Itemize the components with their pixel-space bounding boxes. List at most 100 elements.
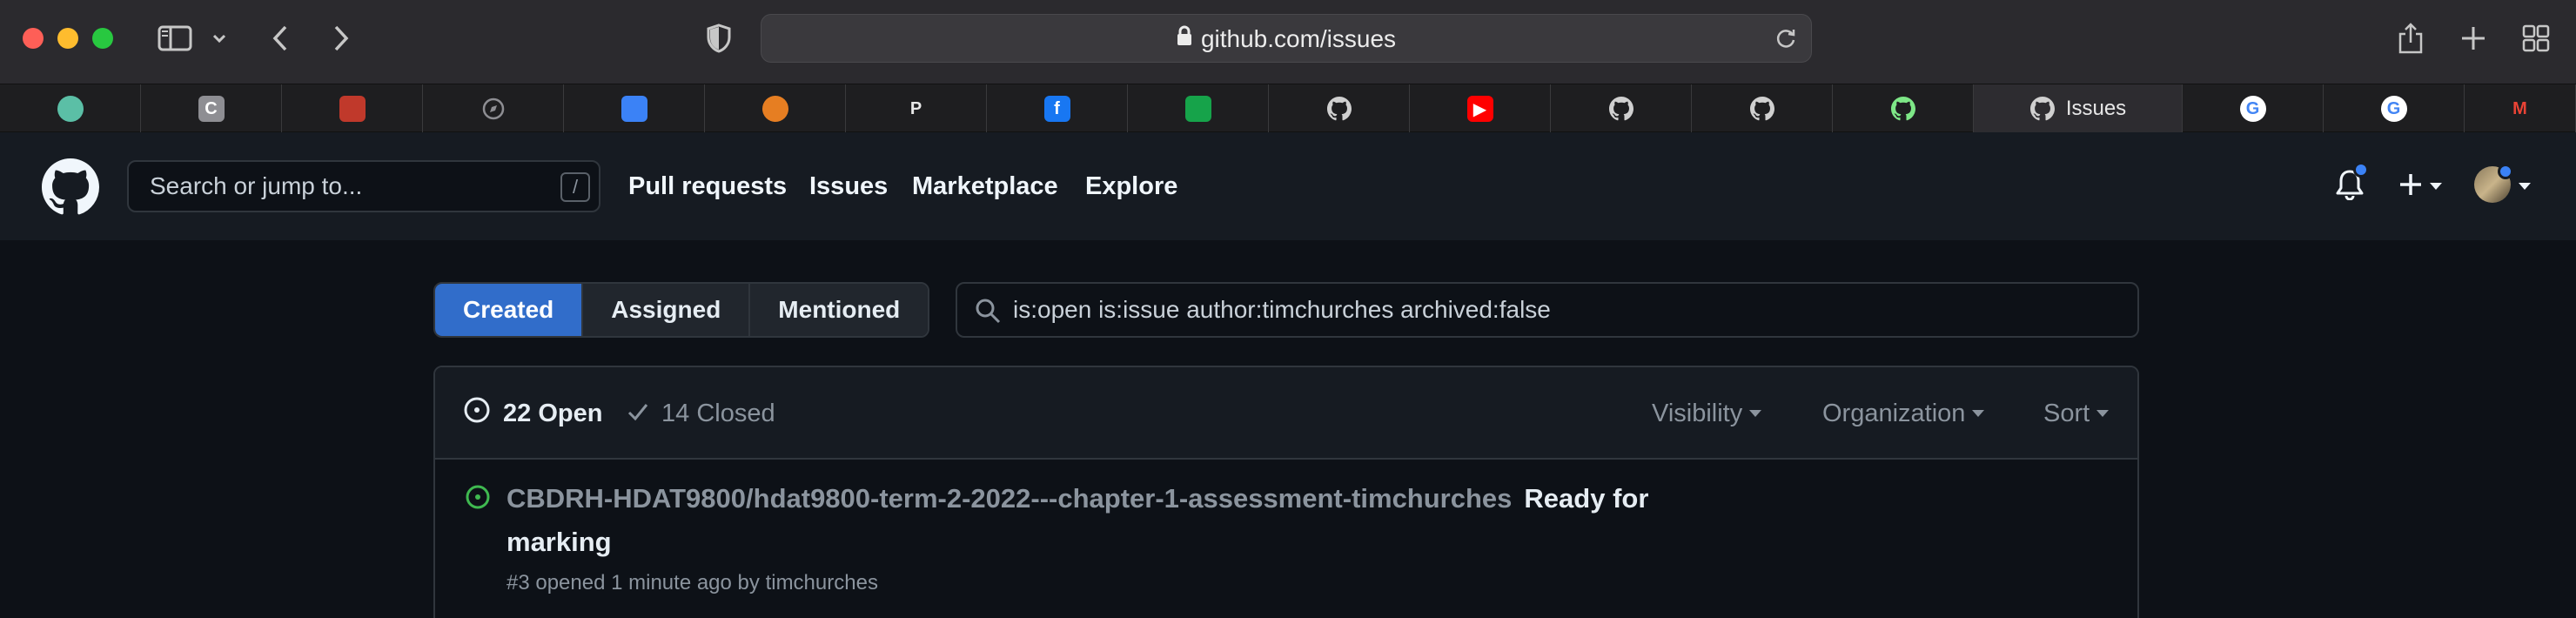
github-icon	[2029, 96, 2056, 122]
user-status-dot	[2498, 164, 2513, 179]
visibility-dropdown[interactable]: Visibility	[1652, 367, 1762, 460]
tab-mentioned[interactable]: Mentioned	[750, 284, 929, 336]
browser-tab[interactable]	[282, 84, 423, 133]
share-icon[interactable]	[2395, 19, 2426, 57]
address-bar[interactable]: github.com/issues	[761, 14, 1812, 63]
close-window-button[interactable]	[23, 28, 44, 49]
nav-explore[interactable]: Explore	[1085, 132, 1177, 240]
browser-tab[interactable]	[1692, 84, 1833, 133]
nav-pull-requests[interactable]: Pull requests	[628, 132, 787, 240]
issue-title-line: CBDRH-HDAT9800/hdat9800-term-2-2022---ch…	[506, 477, 1742, 564]
back-icon[interactable]	[266, 19, 294, 57]
tab-strip: C Pf ▶ Issues G G M	[0, 84, 2576, 133]
google-icon: G	[2239, 96, 2266, 122]
minimize-window-button[interactable]	[57, 28, 78, 49]
p-icon: P	[909, 98, 922, 118]
browser-tab[interactable]	[423, 84, 564, 133]
issue-scope-tabs: Created Assigned Mentioned	[433, 282, 930, 338]
sort-label: Sort	[2043, 400, 2090, 427]
sidebar-toggle-icon[interactable]	[155, 19, 195, 57]
shield-icon	[621, 96, 647, 122]
browser-tab[interactable]: G	[2324, 84, 2465, 133]
issues-list: 22 Open 14 Closed Visibility Organizatio…	[433, 366, 2139, 618]
notification-dot	[2353, 162, 2369, 178]
issue-filter-input[interactable]: is:open is:issue author:timchurches arch…	[956, 282, 2139, 338]
organization-label: Organization	[1822, 400, 1966, 427]
browser-tab[interactable]: P	[846, 84, 987, 133]
browser-tab[interactable]	[705, 84, 846, 133]
github-icon	[1608, 96, 1634, 122]
caret-down-icon	[2430, 183, 2442, 190]
browser-tab[interactable]: ▶	[1410, 84, 1551, 133]
github-icon	[1890, 96, 1916, 122]
closed-issues-filter[interactable]: 14 Closed	[627, 367, 775, 460]
browser-tab[interactable]	[564, 84, 705, 133]
filter-query: is:open is:issue author:timchurches arch…	[1013, 296, 1551, 323]
tab-created[interactable]: Created	[435, 284, 584, 336]
github-icon	[1749, 96, 1775, 122]
github-icon	[1326, 96, 1352, 122]
organization-dropdown[interactable]: Organization	[1822, 367, 1985, 460]
browser-tab[interactable]	[1833, 84, 1974, 133]
browser-tab[interactable]: M	[2465, 84, 2576, 133]
privacy-shield-icon[interactable]	[705, 19, 733, 57]
list-item: CBDRH-HDAT9800/hdat9800-term-2-2022---ch…	[435, 461, 2137, 618]
browser-tab[interactable]	[1128, 84, 1269, 133]
open-issues-filter[interactable]: 22 Open	[463, 367, 602, 460]
caret-down-icon	[1972, 410, 1985, 417]
browser-tab[interactable]	[1551, 84, 1692, 133]
reload-icon[interactable]	[1774, 27, 1797, 54]
browser-tab[interactable]: G	[2183, 84, 2324, 133]
nav-issues[interactable]: Issues	[809, 132, 888, 240]
forward-icon[interactable]	[327, 19, 355, 57]
closed-count: 14 Closed	[661, 399, 775, 427]
browser-tab[interactable]	[0, 84, 141, 133]
browser-tab[interactable]: C	[141, 84, 282, 133]
grid-icon	[1184, 96, 1211, 122]
github-logo-icon[interactable]	[42, 158, 99, 220]
youtube-icon: ▶	[1466, 96, 1493, 122]
visibility-label: Visibility	[1652, 400, 1743, 427]
zoom-window-button[interactable]	[92, 28, 113, 49]
tab-assigned[interactable]: Assigned	[583, 284, 751, 336]
create-new-button[interactable]	[2398, 132, 2442, 240]
search-placeholder: Search or jump to...	[150, 172, 363, 199]
colorwheel-icon	[761, 96, 788, 122]
tab-title: Issues	[2065, 97, 2127, 120]
github-header: Search or jump to... / Pull requests Iss…	[0, 132, 2576, 240]
browser-tab[interactable]	[1269, 84, 1410, 133]
google-icon: G	[2380, 96, 2407, 122]
url-text: github.com/issues	[1200, 25, 1397, 52]
gmail-icon: M	[2512, 98, 2527, 118]
compass-icon	[480, 96, 506, 122]
issue-repo-link[interactable]: CBDRH-HDAT9800/hdat9800-term-2-2022---ch…	[506, 483, 1512, 514]
browser-tab[interactable]: f	[987, 84, 1128, 133]
stripes-icon	[339, 96, 366, 122]
user-menu-button[interactable]	[2473, 132, 2531, 240]
browser-tab[interactable]: Issues	[1974, 84, 2183, 133]
chevron-down-icon[interactable]	[209, 19, 230, 57]
browser-toolbar: github.com/issues	[0, 0, 2576, 84]
issues-page: Created Assigned Mentioned is:open is:is…	[0, 240, 2576, 618]
caret-down-icon	[2096, 410, 2110, 417]
issue-open-icon	[465, 484, 491, 514]
issue-open-icon	[463, 396, 503, 431]
plus-icon	[2398, 172, 2423, 201]
lock-icon	[1177, 14, 1192, 63]
check-icon	[627, 400, 661, 428]
issues-list-header: 22 Open 14 Closed Visibility Organizatio…	[435, 367, 2137, 460]
new-tab-icon[interactable]	[2458, 19, 2489, 57]
issue-meta: #3 opened 1 minute ago by timchurches	[506, 571, 878, 594]
search-input[interactable]: Search or jump to... /	[127, 160, 600, 212]
nav-marketplace[interactable]: Marketplace	[912, 132, 1058, 240]
sort-dropdown[interactable]: Sort	[2043, 367, 2110, 460]
search-shortcut-key: /	[560, 172, 590, 202]
c-icon: C	[198, 96, 225, 122]
tab-overview-icon[interactable]	[2520, 19, 2552, 57]
facebook-icon: f	[1043, 96, 1070, 122]
chatgpt-icon	[57, 96, 84, 122]
caret-down-icon	[2519, 183, 2531, 190]
caret-down-icon	[1749, 410, 1762, 417]
notifications-button[interactable]	[2336, 132, 2369, 240]
search-icon	[975, 298, 1001, 328]
